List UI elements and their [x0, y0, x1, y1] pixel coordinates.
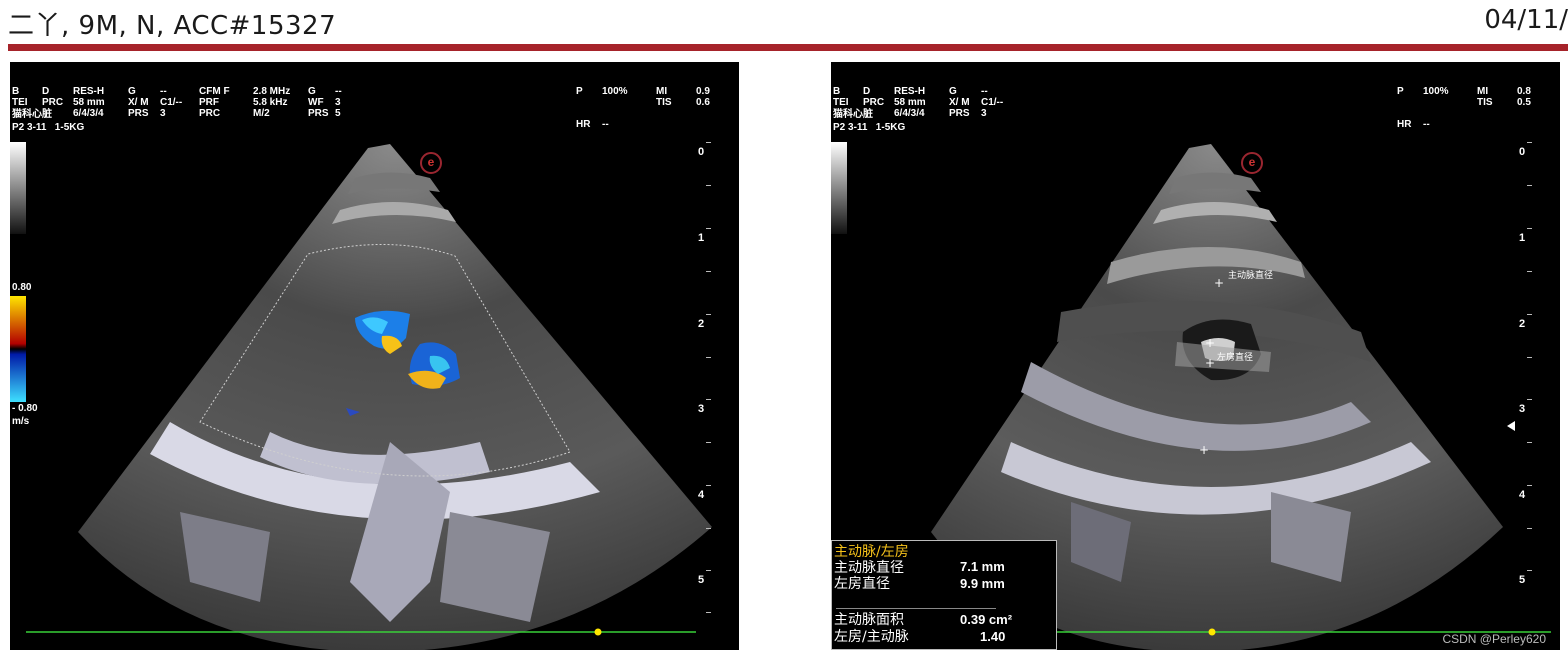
caliper-marker: + — [1214, 276, 1225, 290]
exam-title: 二丫, 9M, N, ACC#15327 — [8, 11, 337, 41]
depth-minor-tick — [706, 185, 711, 186]
wf-values: -- 3 5 — [335, 86, 342, 119]
brand-logo: e — [420, 152, 442, 174]
depth-minor-tick — [1527, 485, 1532, 486]
depth-minor-tick — [706, 612, 711, 613]
sector-image — [10, 142, 712, 650]
velocity-unit-label: m/s — [12, 416, 30, 427]
mi-tis-values: 0.9 0.6 — [696, 86, 710, 108]
depth-minor-tick — [706, 357, 711, 358]
ultrasound-image-color-doppler: B TEI D PRC RES-H 58 mm 6/4/3/4 G X/ M PRS -- C… — [10, 62, 739, 650]
depth-minor-tick — [1527, 528, 1532, 529]
mi-tis-labels: MI TIS — [656, 86, 672, 108]
depth-tick-0: 0 — [1519, 146, 1526, 158]
measurement-label: 左房/主动脉 — [834, 629, 909, 645]
mode-labels: B TEI — [833, 86, 849, 108]
exam-date: 04/11/ — [1484, 5, 1568, 35]
depth-minor-tick — [706, 442, 711, 443]
preset-label: 猫科心脏 — [12, 109, 52, 120]
measurement-label: 左房直径 — [834, 576, 890, 592]
brand-logo: e — [1241, 152, 1263, 174]
depth-minor-tick — [1527, 271, 1532, 272]
gain-values: -- C1/-- 3 — [981, 86, 1004, 119]
depth-tick-3: 3 — [698, 403, 705, 415]
caliper-marker: + — [1205, 356, 1216, 370]
gain-labels: G X/ M PRS — [949, 86, 970, 119]
measurement-value: 7.1 mm — [960, 559, 1005, 574]
atrium-annotation: 左房直径 — [1217, 353, 1254, 363]
power-values: 100% -- — [1423, 86, 1449, 130]
preset-label: 猫科心脏 — [833, 109, 873, 120]
wf-labels: G WF PRS — [308, 86, 329, 119]
depth-tick-2: 2 — [698, 318, 705, 330]
power-labels: P HR — [1397, 86, 1412, 130]
depth-minor-tick — [706, 142, 711, 143]
measurement-panel: 主动脉/左房 主动脉直径 7.1 mm 左房直径 9.9 mm 主动脉面积 0.… — [831, 540, 1057, 650]
depth-tick-3: 3 — [1519, 403, 1526, 415]
measurement-value: 1.40 — [980, 629, 1006, 644]
depth-minor-tick — [1527, 185, 1532, 186]
caliper-marker: + — [1205, 336, 1216, 350]
depth-minor-tick — [706, 271, 711, 272]
depth-minor-tick — [706, 228, 711, 229]
cfm-values: 2.8 MHz 5.8 kHz M/2 — [253, 86, 291, 119]
header-divider — [8, 44, 1568, 51]
depth-minor-tick — [706, 314, 711, 315]
depth-tick-5: 5 — [698, 574, 705, 586]
gain-labels: G X/ M PRS — [128, 86, 149, 119]
velocity-max-label: 0.80 — [12, 282, 32, 293]
aorta-annotation: 主动脉直径 — [1228, 271, 1274, 281]
depth-minor-tick — [1527, 399, 1532, 400]
depth-minor-tick — [1527, 442, 1532, 443]
depth-minor-tick — [706, 485, 711, 486]
probe-label: P2 3-11 1-5KG — [12, 122, 85, 133]
measurement-value: 0.39 cm² — [960, 612, 1013, 627]
caliper-marker: + — [1199, 443, 1210, 457]
power-values: 100% -- — [602, 86, 628, 130]
depth-tick-4: 4 — [1519, 489, 1526, 501]
depth-minor-tick — [706, 570, 711, 571]
depth-tick-4: 4 — [698, 489, 705, 501]
probe-label: P2 3-11 1-5KG — [833, 122, 906, 133]
mode-labels: B TEI — [12, 86, 28, 108]
depth-tick-0: 0 — [698, 146, 705, 158]
depth-tick-1: 1 — [698, 232, 705, 244]
velocity-min-label: - 0.80 — [12, 403, 38, 414]
res-labels: D PRC — [863, 86, 885, 108]
depth-tick-5: 5 — [1519, 574, 1526, 586]
power-labels: P HR — [576, 86, 591, 130]
depth-minor-tick — [1527, 142, 1532, 143]
depth-minor-tick — [1527, 314, 1532, 315]
gain-values: -- C1/-- 3 — [160, 86, 183, 119]
depth-tick-1: 1 — [1519, 232, 1526, 244]
measurement-value: 9.9 mm — [960, 576, 1005, 591]
depth-minor-tick — [706, 399, 711, 400]
ultrasound-image-bmode: B TEI D PRC RES-H 58 mm 6/4/3/4 G X/ M PRS -- C… — [831, 62, 1560, 650]
mi-tis-values: 0.8 0.5 — [1517, 86, 1531, 108]
depth-minor-tick — [1527, 357, 1532, 358]
watermark: CSDN @Perley620 — [1442, 632, 1546, 646]
depth-minor-tick — [1527, 228, 1532, 229]
res-labels: D PRC — [42, 86, 64, 108]
mi-tis-labels: MI TIS — [1477, 86, 1493, 108]
depth-minor-tick — [1527, 570, 1532, 571]
depth-tick-2: 2 — [1519, 318, 1526, 330]
depth-minor-tick — [706, 528, 711, 529]
cfm-labels: CFM F PRF PRC — [199, 86, 230, 119]
